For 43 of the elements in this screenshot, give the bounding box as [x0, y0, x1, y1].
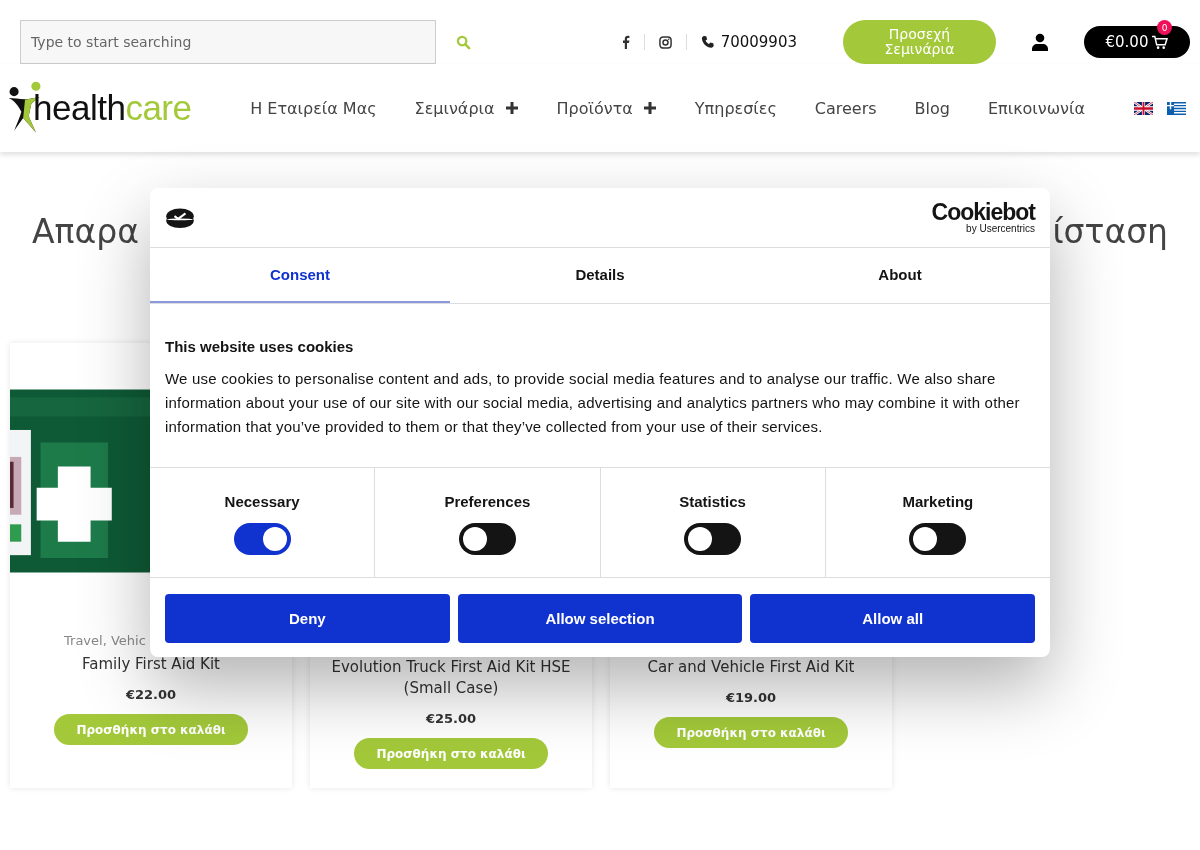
toggle-switch[interactable]	[458, 523, 516, 555]
search-field[interactable]: Type to start searching	[20, 20, 436, 64]
uk-flag-icon[interactable]	[1134, 101, 1153, 115]
product-title[interactable]: Evolution Truck First Aid Kit HSE (Small Case)	[326, 657, 576, 699]
dialog-tab[interactable]: Consent	[150, 248, 450, 303]
consent-button[interactable]: Allow selection	[457, 594, 743, 643]
phone-number[interactable]: 70009903	[720, 33, 797, 51]
product-price: €19.00	[725, 690, 777, 705]
product-price: €25.00	[425, 711, 477, 726]
nav-link[interactable]: Προϊόντα	[537, 98, 676, 118]
nav-link[interactable]: Blog	[895, 98, 969, 118]
dialog-title: This website uses cookies	[165, 338, 355, 355]
category-label: Marketing	[902, 493, 974, 510]
category-label: Necessary	[224, 493, 300, 510]
instagram-icon[interactable]	[658, 35, 672, 49]
page-heading: Απαρα	[32, 212, 139, 251]
greek-flag-icon[interactable]	[1167, 101, 1186, 115]
toggle-switch[interactable]	[909, 523, 967, 555]
cookiebot-logo: Cookiebot	[931, 201, 1035, 223]
nav-link[interactable]: Σεμινάρια	[395, 98, 538, 118]
toggle-switch[interactable]	[684, 523, 742, 555]
healthcare-logo[interactable]: healthcare	[5, 81, 192, 135]
product-title[interactable]: Family First Aid Kit	[26, 654, 276, 675]
cart-icon	[1151, 34, 1169, 50]
brand-subtitle: by Usercentrics	[966, 223, 1035, 234]
phone-icon	[700, 35, 715, 49]
nav-link[interactable]: Η Εταιρεία Μας	[231, 98, 396, 118]
page-heading: ίσταση	[1052, 212, 1168, 251]
user-icon[interactable]	[1032, 33, 1048, 51]
facebook-icon[interactable]	[621, 35, 630, 49]
category-label: Preferences	[444, 493, 531, 510]
category-label: Statistics	[679, 493, 746, 510]
nav-link[interactable]: Επικοινωνία	[968, 98, 1104, 118]
product-category[interactable]: Travel, Vehic	[64, 633, 146, 648]
toggle-switch[interactable]	[233, 523, 291, 555]
product-price: €22.00	[125, 687, 177, 702]
consent-button[interactable]: Deny	[165, 594, 450, 643]
dialog-text: We use cookies to personalise content and ads, to provide social media features and to analyse our traffic. We also share information about your use of our site with our social media, advertising and analytics partners who may combine it with other information that you’ve provided to them or that they’ve collected from your use of their services.	[165, 369, 1021, 437]
nav-link[interactable]: Υπηρεσίες	[675, 98, 796, 118]
product-title[interactable]: Car and Vehicle First Aid Kit	[626, 657, 876, 678]
cookie-check-icon	[165, 206, 195, 229]
nav-link[interactable]: Careers	[795, 98, 896, 118]
consent-button[interactable]: Allow all	[750, 594, 1035, 643]
